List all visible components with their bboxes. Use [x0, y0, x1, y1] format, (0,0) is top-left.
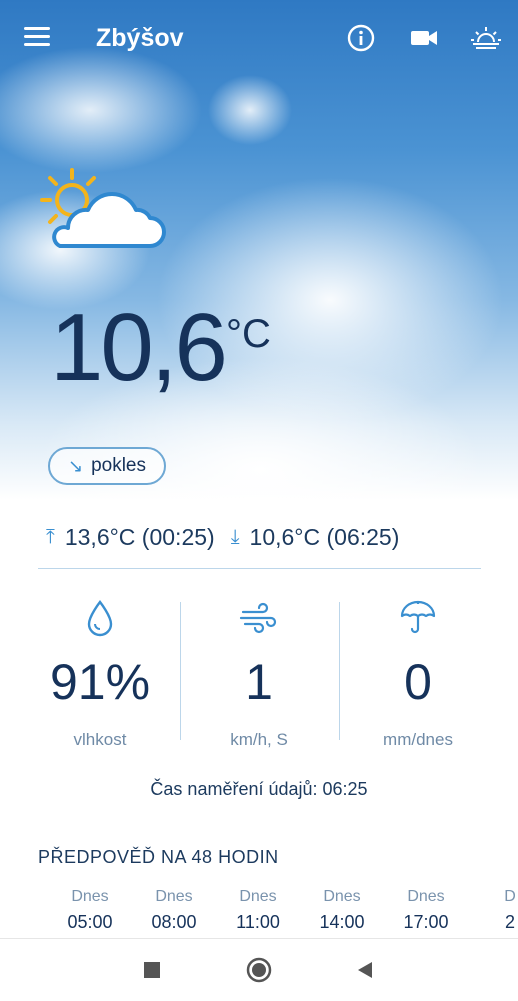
- forecast-time: 17:00: [403, 912, 449, 932]
- measurement-time: Čas naměření údajů: 06:25: [150, 779, 368, 799]
- trend-label: pokles: [91, 455, 146, 476]
- arrow-down-icon: ⤓: [230, 526, 240, 548]
- forecast-column[interactable]: Dnes 05:00: [48, 888, 132, 933]
- humidity-value: 91%: [49, 654, 151, 710]
- forecast-day: D: [504, 888, 516, 905]
- arrow-up-icon: ⤒: [46, 526, 55, 548]
- forecast-column[interactable]: Dnes 14:00: [300, 888, 384, 933]
- forecast-time: 2: [504, 912, 515, 932]
- wind-label: km/h, S: [230, 730, 288, 749]
- wind-icon: [239, 602, 277, 634]
- rain-stat: 0 mm/dnes: [338, 598, 498, 750]
- forecast-column[interactable]: Dnes 11:00: [216, 888, 300, 933]
- video-camera-icon[interactable]: [408, 22, 440, 54]
- temperature-unit: °C: [226, 312, 271, 356]
- forecast-time: 14:00: [319, 912, 365, 932]
- system-nav-bar: [0, 938, 518, 1001]
- max-temperature: 13,6°C (00:25): [64, 524, 215, 550]
- forecast-day: Dnes: [323, 888, 361, 905]
- umbrella-icon: [400, 600, 436, 634]
- city-title: Zbýšov: [96, 24, 184, 52]
- forecast-day: Dnes: [71, 888, 109, 905]
- divider: [38, 568, 481, 569]
- home-icon[interactable]: [246, 957, 272, 983]
- forecast-column[interactable]: Dnes 17:00: [384, 888, 468, 933]
- min-temperature: 10,6°C (06:25): [249, 524, 400, 550]
- forecast-time: 08:00: [151, 912, 197, 932]
- top-app-bar: Zbýšov: [0, 0, 518, 78]
- menu-icon[interactable]: [24, 27, 50, 49]
- forecast-day: Dnes: [407, 888, 445, 905]
- recent-apps-icon[interactable]: [144, 962, 160, 978]
- forecast-column[interactable]: Dnes 08:00: [132, 888, 216, 933]
- arrow-down-right-icon: ↘: [67, 455, 84, 476]
- trend-badge[interactable]: ↘ pokles: [48, 447, 166, 485]
- min-max-row: ⤒ 13,6°C (00:25) ⤓ 10,6°C (06:25): [46, 524, 399, 551]
- humidity-label: vlhkost: [73, 730, 127, 749]
- forecast-column[interactable]: D 2: [468, 888, 518, 933]
- back-icon[interactable]: [356, 961, 374, 979]
- forecast-time: 11:00: [236, 912, 280, 932]
- current-temperature: 10,6: [50, 294, 228, 401]
- partly-cloudy-icon: [40, 168, 166, 248]
- rain-label: mm/dnes: [383, 730, 453, 749]
- forecast-strip[interactable]: Dnes 05:00 Dnes 08:00 Dnes 11:00 Dnes 14…: [48, 888, 518, 933]
- forecast-day: Dnes: [155, 888, 193, 905]
- rain-value: 0: [404, 654, 432, 710]
- humidity-stat: 91% vlhkost: [20, 598, 180, 750]
- wind-value: 1: [245, 654, 273, 710]
- water-drop-icon: [87, 600, 113, 637]
- sunrise-icon[interactable]: [470, 22, 502, 54]
- forecast-day: Dnes: [239, 888, 277, 905]
- forecast-title: PŘEDPOVĚĎ NA 48 HODIN: [38, 847, 279, 867]
- info-icon[interactable]: [345, 22, 377, 54]
- forecast-time: 05:00: [67, 912, 113, 932]
- wind-stat: 1 km/h, S: [179, 598, 339, 750]
